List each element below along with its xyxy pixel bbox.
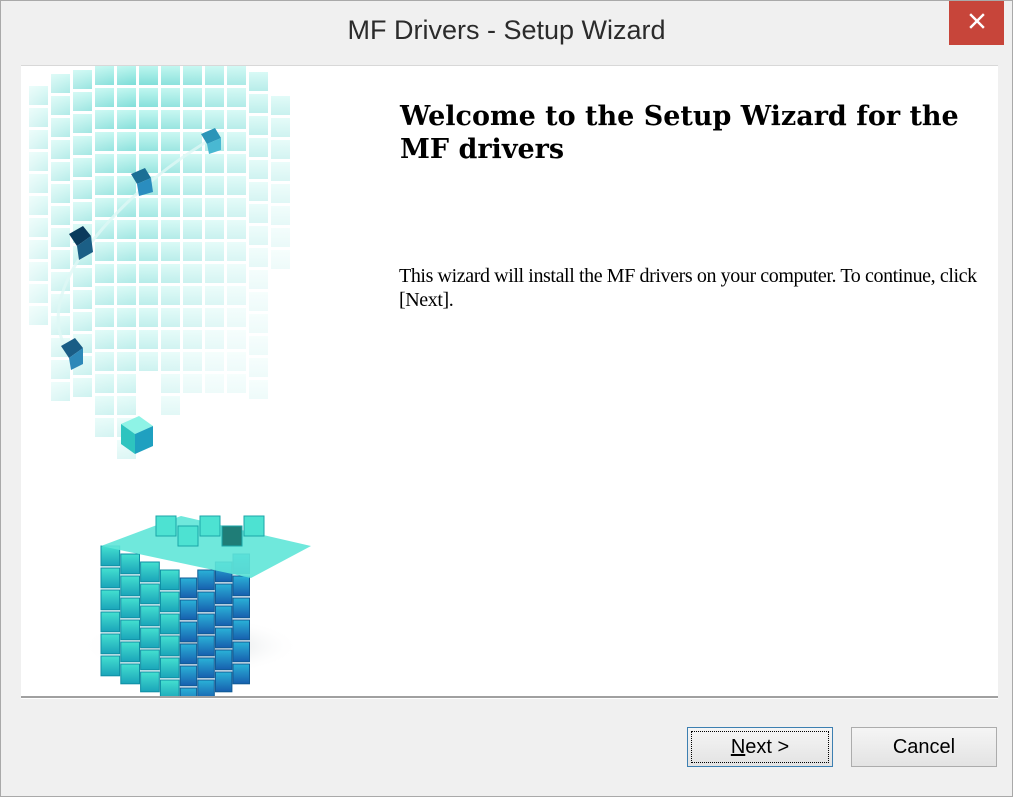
cancel-button[interactable]: Cancel [851,727,997,767]
wizard-heading: Welcome to the Setup Wizard for the MF d… [400,101,959,165]
setup-banner-image [21,66,359,697]
close-icon [968,12,986,35]
wizard-description: This wizard will install the MF drivers … [399,265,977,311]
wizard-content: Welcome to the Setup Wizard for the MF d… [21,65,998,697]
setup-wizard-window: MF Drivers - Setup Wizard Welcome to the… [0,0,1013,797]
next-button[interactable]: Next > [687,727,833,767]
cancel-button-label: Cancel [892,735,956,758]
close-button[interactable] [949,1,1004,45]
focus-rectangle [691,731,829,763]
window-title: MF Drivers - Setup Wizard [347,15,666,45]
footer-separator [21,696,998,699]
title-bar[interactable]: MF Drivers - Setup Wizard [1,1,1012,65]
